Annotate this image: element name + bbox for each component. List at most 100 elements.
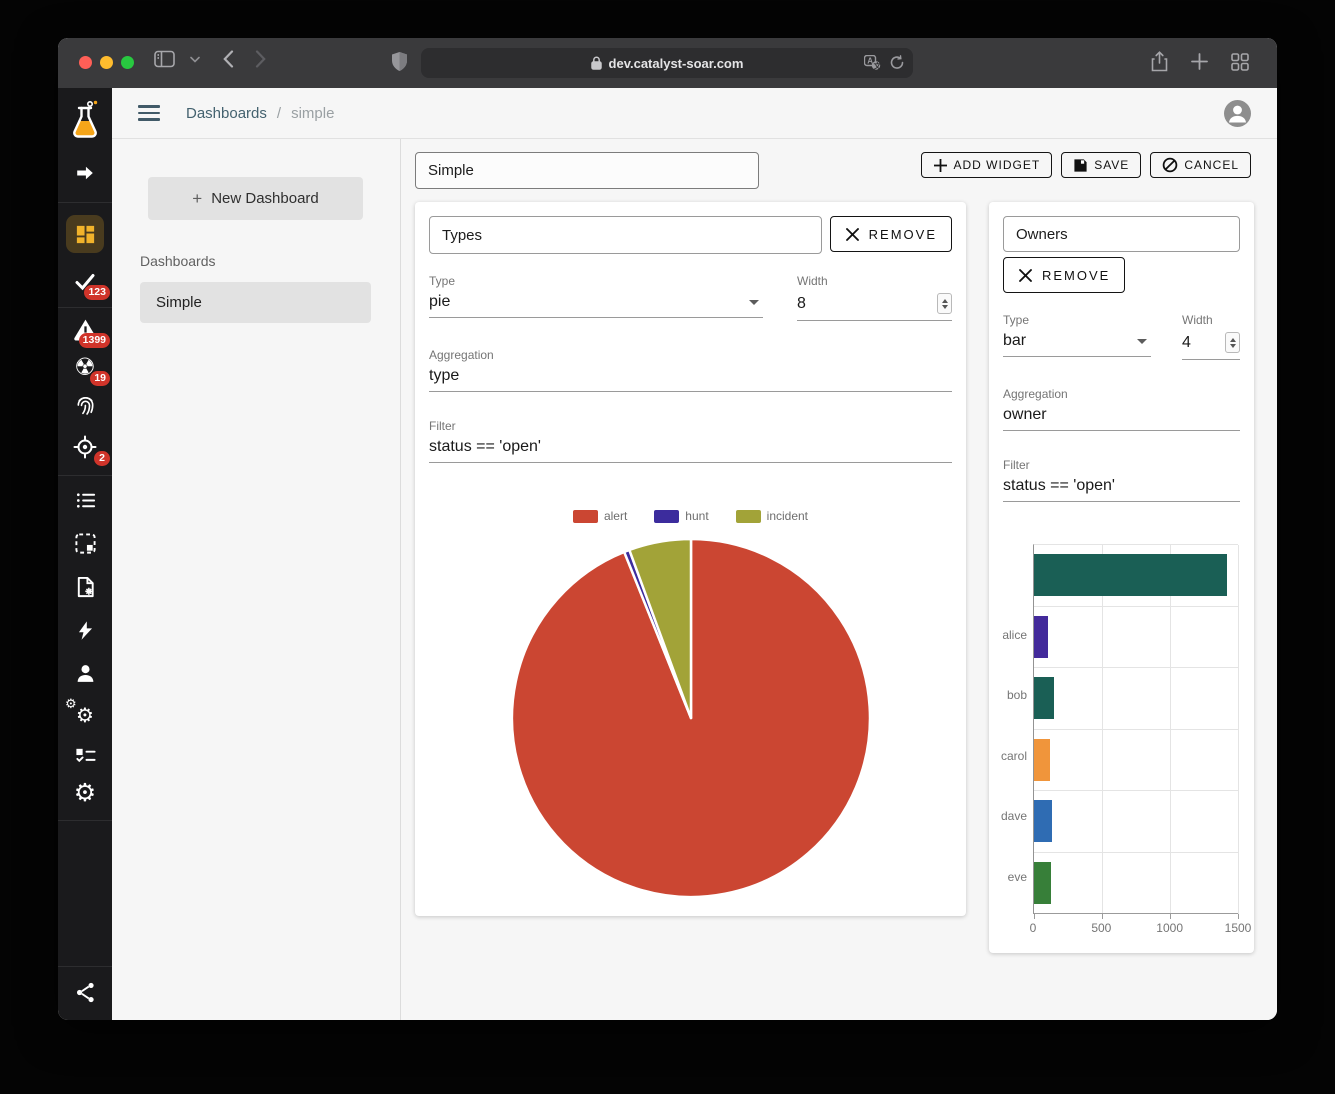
plus-icon: + xyxy=(192,189,202,209)
gear-icon: ⚙ xyxy=(74,782,96,804)
catalyst-flask-logo-icon xyxy=(69,100,101,140)
browser-window: dev.catalyst-soar.com A文 xyxy=(58,38,1277,1020)
sidebar-item-alerts[interactable]: 1399 xyxy=(58,318,112,341)
sidebar-item-home[interactable] xyxy=(58,100,112,140)
bar-category-label: dave xyxy=(1003,786,1033,847)
type-value: pie xyxy=(429,293,450,311)
new-dashboard-label: New Dashboard xyxy=(211,190,319,207)
sidebar-item-automations[interactable] xyxy=(58,619,112,642)
sidebar-menu-chevron-icon[interactable] xyxy=(190,56,200,63)
widget-card-types: REMOVE Type pie Width xyxy=(415,202,966,916)
axis-tick xyxy=(1170,914,1171,919)
url-text: dev.catalyst-soar.com xyxy=(609,56,744,71)
widget-type-select[interactable]: Type pie xyxy=(429,274,763,321)
widget-width-input[interactable]: Width 8 xyxy=(797,274,952,321)
widget-filter-input[interactable]: Filter status == 'open' xyxy=(1003,458,1240,502)
save-button[interactable]: SAVE xyxy=(1061,152,1141,178)
sidebar-item-forensics[interactable] xyxy=(58,393,112,417)
add-widget-button[interactable]: ADD WIDGET xyxy=(921,152,1053,178)
sidebar-item-incidents[interactable]: ☢ 19 xyxy=(58,357,112,379)
legend-item-alert[interactable]: alert xyxy=(573,509,627,523)
pie-legend: alert hunt incident xyxy=(429,509,952,523)
x-icon xyxy=(845,227,860,242)
file-gear-icon xyxy=(74,575,97,599)
share-page-icon[interactable] xyxy=(1151,51,1168,72)
sidebar-item-dashboards[interactable] xyxy=(58,215,112,253)
sidebar-toggle-icon[interactable] xyxy=(154,50,175,68)
privacy-shield-icon[interactable] xyxy=(391,51,408,72)
bar-row xyxy=(1034,730,1238,792)
axis-tick xyxy=(1238,914,1239,919)
dashboard-item-label: Simple xyxy=(156,294,202,311)
type-value: bar xyxy=(1003,332,1026,350)
cancel-button[interactable]: CANCEL xyxy=(1150,152,1251,178)
widget-type-select[interactable]: Type bar xyxy=(1003,313,1151,360)
bar-alice xyxy=(1034,616,1048,658)
widget-width-input[interactable]: Width 4 xyxy=(1182,313,1240,360)
sidebar-item-lists[interactable] xyxy=(58,489,112,512)
number-stepper[interactable] xyxy=(1225,332,1240,353)
widget-name-input[interactable] xyxy=(1003,216,1240,252)
legend-item-incident[interactable]: incident xyxy=(736,509,808,523)
forward-button[interactable] xyxy=(255,50,266,68)
aggregation-label: Aggregation xyxy=(1003,387,1240,401)
x-tick-label: 1500 xyxy=(1225,921,1252,935)
fingerprint-icon xyxy=(74,393,97,417)
app-bar: Dashboards / simple xyxy=(112,88,1277,138)
widget-aggregation-input[interactable]: Aggregation type xyxy=(429,348,952,392)
widget-name-input[interactable] xyxy=(429,216,822,254)
zoom-window-button[interactable] xyxy=(121,56,134,69)
reload-icon[interactable] xyxy=(890,55,904,70)
address-bar[interactable]: dev.catalyst-soar.com A文 xyxy=(421,48,913,78)
minimize-window-button[interactable] xyxy=(100,56,113,69)
hamburger-menu-icon[interactable] xyxy=(138,105,160,121)
close-window-button[interactable] xyxy=(79,56,92,69)
list-icon xyxy=(74,489,97,512)
sidebar-item-users[interactable] xyxy=(58,662,112,685)
widget-card-owners: REMOVE Type bar Width 4 xyxy=(989,202,1254,953)
lock-icon xyxy=(591,56,602,70)
translate-icon[interactable]: A文 xyxy=(864,55,881,70)
traffic-lights xyxy=(79,56,134,69)
legend-item-hunt[interactable]: hunt xyxy=(654,509,708,523)
remove-widget-button[interactable]: REMOVE xyxy=(830,216,952,252)
x-tick-label: 1000 xyxy=(1156,921,1183,935)
filter-label: Filter xyxy=(429,419,952,433)
sidebar-item-capture[interactable] xyxy=(58,532,112,555)
bar-eve xyxy=(1034,862,1051,904)
sidebar-item-share[interactable] xyxy=(58,981,112,1004)
plus-icon xyxy=(933,158,948,173)
breadcrumb-separator: / xyxy=(277,105,281,122)
number-stepper[interactable] xyxy=(937,293,952,314)
sidebar-item-tasks[interactable]: 123 xyxy=(58,269,112,293)
new-dashboard-button[interactable]: + New Dashboard xyxy=(148,177,363,220)
widget-filter-input[interactable]: Filter status == 'open' xyxy=(429,419,952,463)
bar-row xyxy=(1034,607,1238,669)
widget-aggregation-input[interactable]: Aggregation owner xyxy=(1003,387,1240,431)
filter-label: Filter xyxy=(1003,458,1240,472)
back-button[interactable] xyxy=(223,50,234,68)
breadcrumb-dashboards[interactable]: Dashboards xyxy=(186,105,267,122)
account-avatar[interactable] xyxy=(1224,100,1251,127)
tasks-badge: 123 xyxy=(84,285,110,300)
sidebar-item-settings[interactable]: ⚙ xyxy=(58,782,112,804)
sidebar-item-task-types[interactable] xyxy=(58,745,112,768)
width-value: 8 xyxy=(797,295,806,313)
tab-overview-icon[interactable] xyxy=(1231,53,1249,71)
lightning-icon xyxy=(75,619,96,642)
axis-tick xyxy=(1034,914,1035,919)
new-tab-icon[interactable] xyxy=(1191,53,1208,70)
dashboard-list-item-simple[interactable]: Simple xyxy=(140,282,371,323)
dashboard-name-input[interactable] xyxy=(415,152,759,189)
remove-widget-button[interactable]: REMOVE xyxy=(1003,257,1125,293)
sidebar-item-hunts[interactable]: 2 xyxy=(58,435,112,459)
sidebar-item-report-templates[interactable] xyxy=(58,575,112,599)
sidebar-item-collapse[interactable] xyxy=(58,162,112,184)
sidebar-item-jobs[interactable]: ⚙ ⚙ xyxy=(58,703,112,729)
arrow-right-icon xyxy=(74,162,96,184)
checklist-icon xyxy=(74,745,97,768)
bar-axis-labels: alicebobcaroldaveeve xyxy=(1003,544,1033,914)
bar-category-label: bob xyxy=(1003,665,1033,726)
bar-row xyxy=(1034,545,1238,607)
browser-titlebar: dev.catalyst-soar.com A文 xyxy=(58,38,1277,88)
